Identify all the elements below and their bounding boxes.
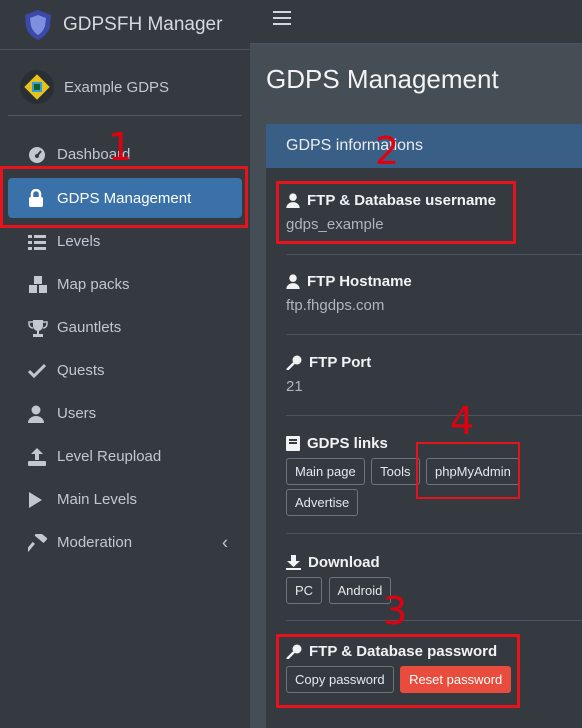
links-label: GDPS links xyxy=(307,435,388,452)
port-label: FTP Port xyxy=(309,354,372,371)
hostname-label-row: FTP Hostname xyxy=(286,273,562,290)
play-icon xyxy=(28,491,52,508)
hammer-icon xyxy=(28,533,52,552)
user-icon xyxy=(28,405,52,423)
sidebar-item-label: Main Levels xyxy=(57,491,138,508)
sidebar-item-gauntlets[interactable]: Gauntlets xyxy=(8,306,242,349)
sidebar-item-label: Moderation xyxy=(57,534,133,551)
sidebar-item-main-levels[interactable]: Main Levels xyxy=(8,478,242,521)
annotation-number-4: 4 xyxy=(450,399,475,443)
top-navbar xyxy=(250,0,582,44)
download-label: Download xyxy=(308,554,380,571)
divider xyxy=(286,254,582,255)
divider xyxy=(286,334,582,335)
annotation-box-3 xyxy=(276,634,520,708)
user-icon xyxy=(286,274,300,289)
sidebar: GDPSFH Manager Example GDPS Dashboard GD… xyxy=(0,0,250,728)
upload-icon xyxy=(28,447,52,466)
sidebar-item-label: Map packs xyxy=(57,276,130,293)
port-section: FTP Port 21 xyxy=(286,354,562,395)
hamburger-menu-icon[interactable] xyxy=(273,11,291,27)
pc-download-button[interactable]: PC xyxy=(286,577,323,604)
tools-button[interactable]: Tools xyxy=(371,458,420,485)
main-page-button[interactable]: Main page xyxy=(286,458,365,485)
port-value: 21 xyxy=(286,378,303,395)
download-button-row: PC Android xyxy=(286,577,562,604)
card-header: GDPS informations xyxy=(266,124,582,168)
check-icon xyxy=(28,363,52,379)
book-icon xyxy=(286,436,300,451)
annotation-number-2: 2 xyxy=(375,129,400,173)
hostname-section: FTP Hostname ftp.fhgdps.com xyxy=(286,273,562,314)
sidebar-item-level-reupload[interactable]: Level Reupload xyxy=(8,435,242,478)
port-label-row: FTP Port xyxy=(286,354,562,371)
brand[interactable]: GDPSFH Manager xyxy=(0,0,250,50)
download-icon xyxy=(286,555,301,570)
sidebar-item-label: Quests xyxy=(57,362,105,379)
sidebar-item-map-packs[interactable]: Map packs xyxy=(8,263,242,306)
avatar xyxy=(20,70,54,104)
key-icon xyxy=(286,355,302,370)
hostname-label: FTP Hostname xyxy=(307,273,412,290)
list-icon xyxy=(28,234,52,250)
annotation-box-1 xyxy=(0,166,248,228)
divider xyxy=(286,620,582,621)
android-download-button[interactable]: Android xyxy=(328,577,392,604)
divider xyxy=(286,533,582,534)
annotation-number-1: 1 xyxy=(108,125,133,169)
trophy-icon xyxy=(28,319,52,337)
divider xyxy=(286,415,582,416)
hostname-value: ftp.fhgdps.com xyxy=(286,297,385,314)
sidebar-item-label: Level Reupload xyxy=(57,448,162,465)
annotation-box-2 xyxy=(276,181,516,244)
sidebar-item-label: Levels xyxy=(57,233,101,250)
dashboard-icon xyxy=(28,146,52,164)
chevron-left-icon[interactable]: ‹ xyxy=(222,532,228,553)
user-name: Example GDPS xyxy=(64,78,170,96)
annotation-box-4 xyxy=(416,442,520,499)
page-title: GDPS Management xyxy=(266,64,499,94)
annotation-number-3: 3 xyxy=(383,589,408,633)
download-section: Download PC Android xyxy=(286,554,562,604)
shield-logo-icon xyxy=(22,9,54,41)
sidebar-item-moderation[interactable]: Moderation ‹ xyxy=(8,521,242,564)
cubes-icon xyxy=(28,275,52,294)
brand-title: GDPSFH Manager xyxy=(63,13,223,35)
user-panel[interactable]: Example GDPS xyxy=(0,58,250,116)
sidebar-item-label: Users xyxy=(57,405,97,422)
sidebar-item-label: Gauntlets xyxy=(57,319,122,336)
advertise-button[interactable]: Advertise xyxy=(286,489,359,516)
sidebar-item-quests[interactable]: Quests xyxy=(8,349,242,392)
sidebar-item-users[interactable]: Users xyxy=(8,392,242,435)
download-label-row: Download xyxy=(286,554,562,571)
